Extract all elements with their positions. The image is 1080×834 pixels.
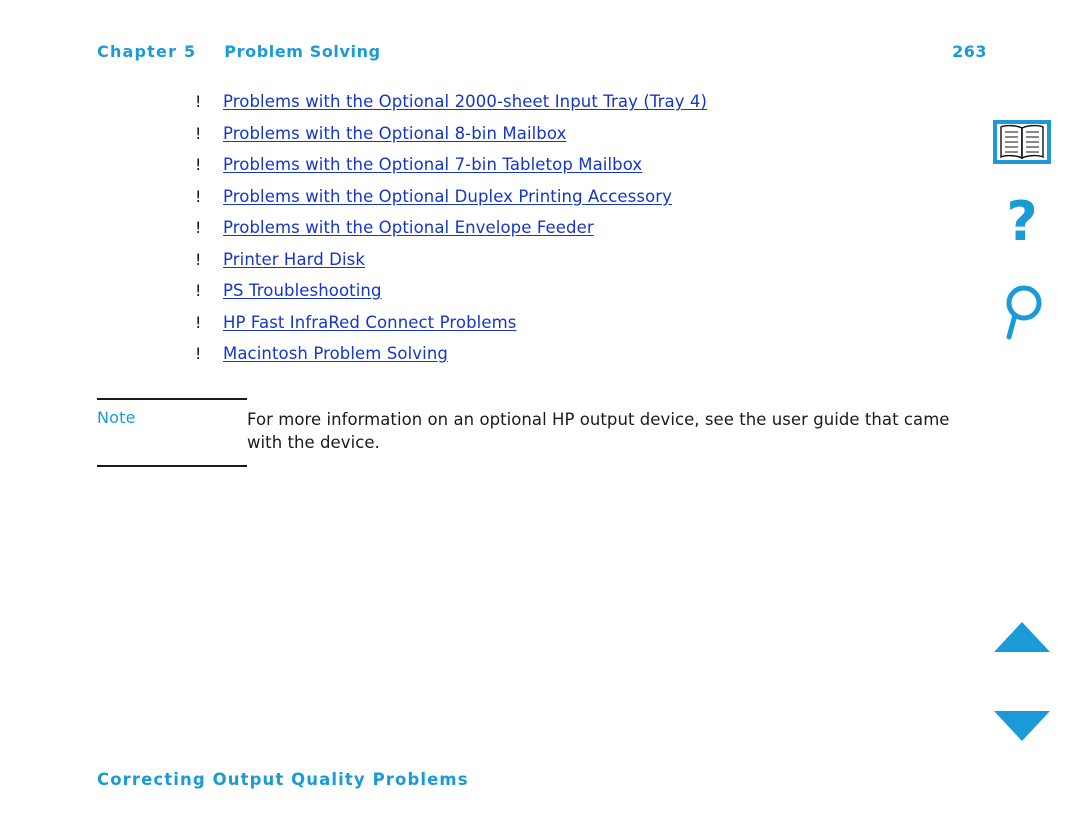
chapter-title: Problem Solving: [224, 42, 381, 61]
list-item[interactable]: ! PS Troubleshooting: [195, 281, 985, 304]
bullet-marker-icon: !: [195, 92, 202, 111]
triangle-down-icon[interactable]: [991, 707, 1053, 749]
chapter-label: Chapter 5: [97, 42, 197, 61]
link-printer-hard-disk[interactable]: Printer Hard Disk: [223, 250, 365, 269]
bullet-marker-icon: !: [195, 186, 202, 206]
bullet-marker-icon: !: [195, 312, 202, 332]
list-item[interactable]: ! Macintosh Problem Solving: [195, 344, 985, 367]
link-ps-troubleshooting[interactable]: PS Troubleshooting: [223, 281, 382, 300]
note-block: Note For more information on an optional…: [97, 398, 957, 467]
bullet-marker-icon: !: [195, 249, 202, 269]
list-item[interactable]: ! Problems with the Optional 8-bin Mailb…: [195, 124, 985, 147]
list-item[interactable]: ! Problems with the Optional Duplex Prin…: [195, 187, 985, 210]
question-mark-icon[interactable]: ?: [991, 190, 1053, 258]
link-problems-optional-7-bin-tabletop-mailbox[interactable]: Problems with the Optional 7-bin Tableto…: [223, 155, 642, 174]
bullet-marker-icon: !: [195, 344, 202, 363]
note-bottom-rule: [97, 465, 247, 467]
magnifier-icon[interactable]: [991, 283, 1053, 347]
note-label: Note: [97, 407, 136, 427]
note-text: For more information on an optional HP o…: [247, 409, 950, 452]
bullet-marker-icon: !: [195, 281, 202, 300]
link-macintosh-problem-solving[interactable]: Macintosh Problem Solving: [223, 344, 448, 363]
link-problems-optional-duplex-printing-accessory[interactable]: Problems with the Optional Duplex Printi…: [223, 187, 672, 206]
list-item[interactable]: ! Problems with the Optional 2000-sheet …: [195, 92, 985, 115]
list-item[interactable]: ! Problems with the Optional Envelope Fe…: [195, 218, 985, 241]
book-icon[interactable]: [991, 118, 1053, 170]
section-heading: Correcting Output Quality Problems: [97, 770, 469, 789]
list-item[interactable]: ! Problems with the Optional 7-bin Table…: [195, 155, 985, 178]
navigation-icon-bar: ?: [970, 0, 1080, 834]
list-item[interactable]: ! HP Fast InfraRed Connect Problems: [195, 313, 985, 336]
bullet-marker-icon: !: [195, 123, 202, 143]
page-header: Chapter 5 Problem Solving 263: [97, 42, 987, 61]
triangle-up-icon[interactable]: [991, 618, 1053, 660]
document-page: Chapter 5 Problem Solving 263 ! Problems…: [0, 0, 1080, 834]
list-item[interactable]: ! Printer Hard Disk: [195, 250, 985, 273]
note-body: Note For more information on an optional…: [97, 400, 957, 455]
svg-text:?: ?: [1006, 198, 1037, 253]
bullet-marker-icon: !: [195, 155, 202, 174]
topic-link-list: ! Problems with the Optional 2000-sheet …: [195, 92, 985, 376]
link-problems-optional-2000-sheet-input-tray[interactable]: Problems with the Optional 2000-sheet In…: [223, 92, 707, 111]
link-hp-fast-infrared-connect-problems[interactable]: HP Fast InfraRed Connect Problems: [223, 313, 516, 332]
link-problems-optional-8-bin-mailbox[interactable]: Problems with the Optional 8-bin Mailbox: [223, 124, 566, 143]
link-problems-optional-envelope-feeder[interactable]: Problems with the Optional Envelope Feed…: [223, 218, 594, 237]
bullet-marker-icon: !: [195, 218, 202, 237]
